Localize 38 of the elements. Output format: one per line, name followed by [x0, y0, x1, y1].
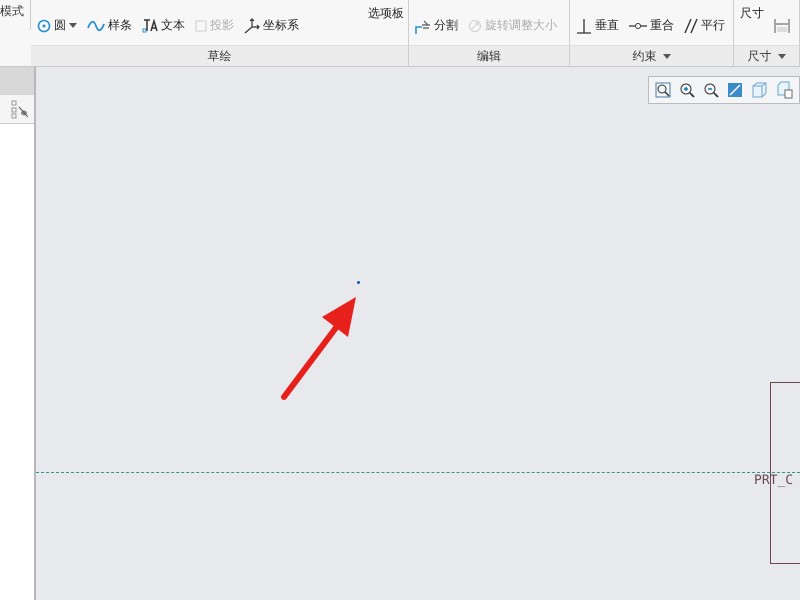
tool-button[interactable]: 坐标系 [244, 17, 299, 34]
caret-icon [662, 54, 670, 58]
zoom-in-icon[interactable] [679, 82, 695, 98]
saved-views-icon[interactable] [777, 81, 793, 99]
tool-button[interactable]: 分割 [415, 17, 458, 34]
panel-header [0, 67, 34, 95]
tree-filter-icon[interactable] [10, 99, 28, 119]
group-label[interactable]: 编辑 [409, 45, 569, 66]
tool-button[interactable]: 垂直 [576, 17, 619, 34]
tool-button[interactable]: 重合 [629, 17, 674, 34]
zoom-fit-icon[interactable] [655, 82, 671, 98]
group-label[interactable]: 约束 [570, 45, 733, 66]
square-icon [195, 20, 207, 32]
tool-button[interactable]: 圆 [37, 17, 77, 34]
coincident-icon [629, 22, 647, 30]
text-tool-icon [142, 18, 158, 32]
divide-icon [415, 18, 431, 34]
caret-icon [69, 23, 77, 28]
tool-button[interactable]: 文本 [142, 17, 185, 34]
caret-icon [778, 54, 786, 58]
dimension-button[interactable]: 尺寸 [740, 5, 764, 22]
tool-button[interactable] [774, 18, 790, 34]
tool-button[interactable]: 样条 [87, 17, 132, 34]
axes-icon [244, 18, 260, 34]
parallel-icon [684, 18, 698, 34]
mode-label: 模式 [0, 0, 31, 30]
circle-icon [37, 18, 51, 32]
spline-icon [87, 20, 105, 32]
zoom-out-icon[interactable] [703, 82, 719, 98]
reference-dimension-icon [774, 18, 790, 34]
repaint-icon[interactable] [727, 82, 743, 98]
sketch-point [357, 281, 360, 284]
palette-button[interactable]: 选项板 [368, 5, 404, 22]
group-label[interactable]: 草绘 [31, 45, 408, 66]
perpendicular-icon [576, 18, 592, 34]
rotate-icon [468, 18, 482, 32]
tool-button[interactable]: 平行 [684, 17, 725, 34]
group-label[interactable]: 尺寸 [734, 45, 799, 66]
